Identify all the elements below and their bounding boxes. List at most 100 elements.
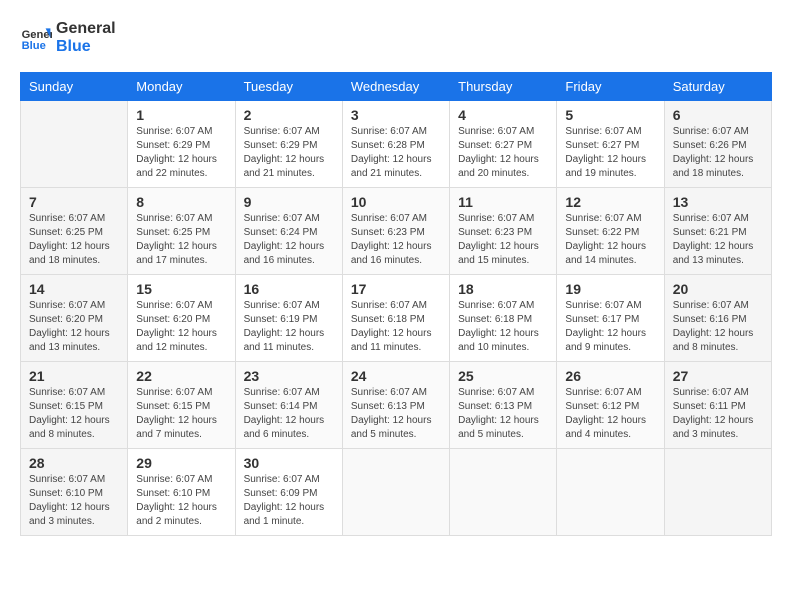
calendar-cell bbox=[664, 449, 771, 536]
day-info: Sunrise: 6:07 AMSunset: 6:20 PMDaylight:… bbox=[136, 299, 226, 355]
calendar-cell: 15 Sunrise: 6:07 AMSunset: 6:20 PMDayligh… bbox=[128, 275, 235, 362]
day-info: Sunrise: 6:07 AMSunset: 6:12 PMDaylight:… bbox=[565, 386, 655, 442]
day-number: 27 bbox=[673, 368, 763, 384]
day-info: Sunrise: 6:07 AMSunset: 6:19 PMDaylight:… bbox=[244, 299, 334, 355]
day-info: Sunrise: 6:07 AMSunset: 6:11 PMDaylight:… bbox=[673, 386, 763, 442]
day-info: Sunrise: 6:07 AMSunset: 6:25 PMDaylight:… bbox=[29, 212, 119, 268]
day-number: 23 bbox=[244, 368, 334, 384]
day-number: 28 bbox=[29, 455, 119, 471]
day-info: Sunrise: 6:07 AMSunset: 6:21 PMDaylight:… bbox=[673, 212, 763, 268]
day-number: 12 bbox=[565, 194, 655, 210]
day-number: 17 bbox=[351, 281, 441, 297]
col-header-monday: Monday bbox=[128, 73, 235, 101]
calendar-cell: 9Sunrise: 6:07 AMSunset: 6:24 PMDaylight… bbox=[235, 188, 342, 275]
day-number: 4 bbox=[458, 107, 548, 123]
day-info: Sunrise: 6:07 AMSunset: 6:18 PMDaylight:… bbox=[351, 299, 441, 355]
calendar-cell: 20 Sunrise: 6:07 AMSunset: 6:16 PMDayligh… bbox=[664, 275, 771, 362]
day-info: Sunrise: 6:07 AMSunset: 6:22 PMDaylight:… bbox=[565, 212, 655, 268]
day-number: 19 bbox=[565, 281, 655, 297]
calendar-cell: 29 Sunrise: 6:07 AMSunset: 6:10 PMDayligh… bbox=[128, 449, 235, 536]
day-info: Sunrise: 6:07 AMSunset: 6:13 PMDaylight:… bbox=[351, 386, 441, 442]
logo-general: General bbox=[56, 20, 116, 38]
day-number: 21 bbox=[29, 368, 119, 384]
logo: General Blue General Blue bbox=[20, 20, 116, 56]
day-info: Sunrise: 6:07 AMSunset: 6:28 PMDaylight:… bbox=[351, 125, 441, 181]
day-info: Sunrise: 6:07 AMSunset: 6:27 PMDaylight:… bbox=[458, 125, 548, 181]
calendar-cell: 16Sunrise: 6:07 AMSunset: 6:19 PMDayligh… bbox=[235, 275, 342, 362]
day-info: Sunrise: 6:07 AMSunset: 6:15 PMDaylight:… bbox=[136, 386, 226, 442]
day-info: Sunrise: 6:07 AMSunset: 6:29 PMDaylight:… bbox=[136, 125, 226, 181]
calendar-cell: 14 Sunrise: 6:07 AMSunset: 6:20 PMDayligh… bbox=[21, 275, 128, 362]
day-info: Sunrise: 6:07 AMSunset: 6:16 PMDaylight:… bbox=[673, 299, 763, 355]
day-number: 5 bbox=[565, 107, 655, 123]
day-info: Sunrise: 6:07 AMSunset: 6:17 PMDaylight:… bbox=[565, 299, 655, 355]
calendar-cell: 27 Sunrise: 6:07 AMSunset: 6:11 PMDayligh… bbox=[664, 362, 771, 449]
calendar-cell bbox=[557, 449, 664, 536]
calendar-cell bbox=[450, 449, 557, 536]
day-number: 22 bbox=[136, 368, 226, 384]
day-info: Sunrise: 6:07 AMSunset: 6:13 PMDaylight:… bbox=[458, 386, 548, 442]
day-info: Sunrise: 6:07 AMSunset: 6:24 PMDaylight:… bbox=[244, 212, 334, 268]
calendar-cell: 22 Sunrise: 6:07 AMSunset: 6:15 PMDayligh… bbox=[128, 362, 235, 449]
day-info: Sunrise: 6:07 AMSunset: 6:10 PMDaylight:… bbox=[29, 473, 119, 529]
calendar-cell: 18Sunrise: 6:07 AMSunset: 6:18 PMDayligh… bbox=[450, 275, 557, 362]
col-header-sunday: Sunday bbox=[21, 73, 128, 101]
day-number: 18 bbox=[458, 281, 548, 297]
calendar-cell: 26 Sunrise: 6:07 AMSunset: 6:12 PMDayligh… bbox=[557, 362, 664, 449]
calendar-cell: 30 Sunrise: 6:07 AMSunset: 6:09 PMDayligh… bbox=[235, 449, 342, 536]
calendar-cell: 3 Sunrise: 6:07 AMSunset: 6:28 PMDaylight… bbox=[342, 101, 449, 188]
col-header-friday: Friday bbox=[557, 73, 664, 101]
day-number: 15 bbox=[136, 281, 226, 297]
day-number: 14 bbox=[29, 281, 119, 297]
svg-text:Blue: Blue bbox=[22, 40, 46, 52]
logo-blue: Blue bbox=[56, 38, 116, 56]
calendar-cell: 5 Sunrise: 6:07 AMSunset: 6:27 PMDaylight… bbox=[557, 101, 664, 188]
col-header-thursday: Thursday bbox=[450, 73, 557, 101]
day-number: 8 bbox=[136, 194, 226, 210]
calendar-cell: 28 Sunrise: 6:07 AMSunset: 6:10 PMDayligh… bbox=[21, 449, 128, 536]
calendar-cell: 1 Sunrise: 6:07 AMSunset: 6:29 PMDaylight… bbox=[128, 101, 235, 188]
calendar-cell: 19 Sunrise: 6:07 AMSunset: 6:17 PMDayligh… bbox=[557, 275, 664, 362]
day-number: 26 bbox=[565, 368, 655, 384]
day-number: 1 bbox=[136, 107, 226, 123]
calendar-cell: 6 Sunrise: 6:07 AMSunset: 6:26 PMDaylight… bbox=[664, 101, 771, 188]
calendar-cell: 11Sunrise: 6:07 AMSunset: 6:23 PMDayligh… bbox=[450, 188, 557, 275]
calendar-cell bbox=[342, 449, 449, 536]
calendar-cell: 24Sunrise: 6:07 AMSunset: 6:13 PMDayligh… bbox=[342, 362, 449, 449]
calendar-cell: 4 Sunrise: 6:07 AMSunset: 6:27 PMDaylight… bbox=[450, 101, 557, 188]
calendar-cell: 12 Sunrise: 6:07 AMSunset: 6:22 PMDayligh… bbox=[557, 188, 664, 275]
day-number: 13 bbox=[673, 194, 763, 210]
day-number: 10 bbox=[351, 194, 441, 210]
calendar-table: SundayMondayTuesdayWednesdayThursdayFrid… bbox=[20, 72, 772, 536]
calendar-cell: 2Sunrise: 6:07 AMSunset: 6:29 PMDaylight… bbox=[235, 101, 342, 188]
col-header-saturday: Saturday bbox=[664, 73, 771, 101]
day-number: 7 bbox=[29, 194, 119, 210]
logo-icon: General Blue bbox=[20, 22, 52, 54]
day-info: Sunrise: 6:07 AMSunset: 6:29 PMDaylight:… bbox=[244, 125, 334, 181]
day-info: Sunrise: 6:07 AMSunset: 6:26 PMDaylight:… bbox=[673, 125, 763, 181]
day-info: Sunrise: 6:07 AMSunset: 6:27 PMDaylight:… bbox=[565, 125, 655, 181]
calendar-cell: 8 Sunrise: 6:07 AMSunset: 6:25 PMDaylight… bbox=[128, 188, 235, 275]
day-info: Sunrise: 6:07 AMSunset: 6:20 PMDaylight:… bbox=[29, 299, 119, 355]
day-info: Sunrise: 6:07 AMSunset: 6:23 PMDaylight:… bbox=[351, 212, 441, 268]
day-number: 6 bbox=[673, 107, 763, 123]
calendar-cell: 7 Sunrise: 6:07 AMSunset: 6:25 PMDaylight… bbox=[21, 188, 128, 275]
page-header: General Blue General Blue bbox=[20, 20, 772, 56]
calendar-cell: 25 Sunrise: 6:07 AMSunset: 6:13 PMDayligh… bbox=[450, 362, 557, 449]
day-number: 20 bbox=[673, 281, 763, 297]
day-info: Sunrise: 6:07 AMSunset: 6:25 PMDaylight:… bbox=[136, 212, 226, 268]
day-number: 30 bbox=[244, 455, 334, 471]
day-number: 29 bbox=[136, 455, 226, 471]
day-number: 3 bbox=[351, 107, 441, 123]
day-number: 25 bbox=[458, 368, 548, 384]
day-info: Sunrise: 6:07 AMSunset: 6:15 PMDaylight:… bbox=[29, 386, 119, 442]
calendar-cell: 21 Sunrise: 6:07 AMSunset: 6:15 PMDayligh… bbox=[21, 362, 128, 449]
calendar-cell: 23Sunrise: 6:07 AMSunset: 6:14 PMDayligh… bbox=[235, 362, 342, 449]
day-info: Sunrise: 6:07 AMSunset: 6:09 PMDaylight:… bbox=[244, 473, 334, 529]
col-header-tuesday: Tuesday bbox=[235, 73, 342, 101]
calendar-cell: 13 Sunrise: 6:07 AMSunset: 6:21 PMDayligh… bbox=[664, 188, 771, 275]
day-info: Sunrise: 6:07 AMSunset: 6:10 PMDaylight:… bbox=[136, 473, 226, 529]
col-header-wednesday: Wednesday bbox=[342, 73, 449, 101]
day-info: Sunrise: 6:07 AMSunset: 6:23 PMDaylight:… bbox=[458, 212, 548, 268]
calendar-cell bbox=[21, 101, 128, 188]
